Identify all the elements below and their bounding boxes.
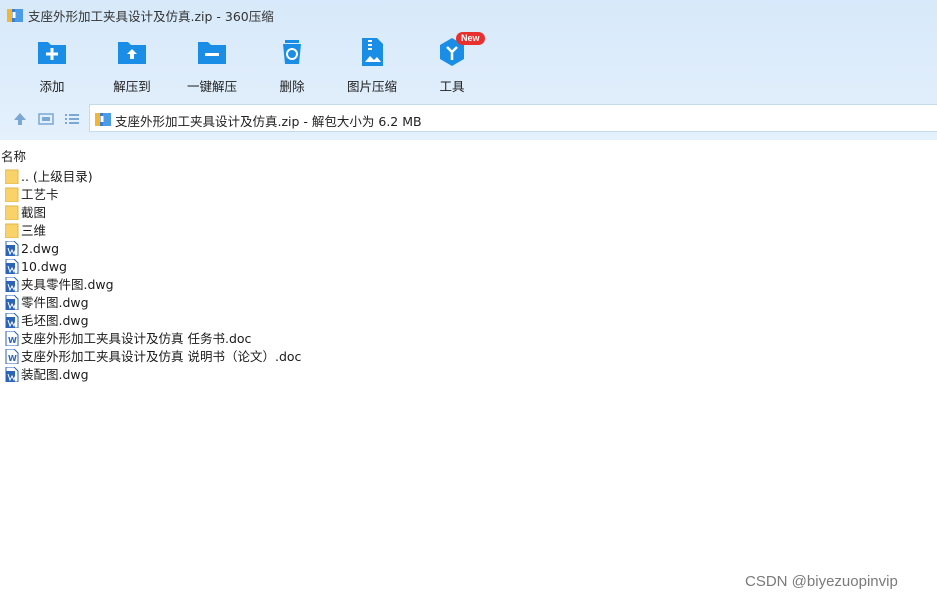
svg-text:W: W: [8, 354, 17, 363]
up-arrow-icon[interactable]: [12, 111, 28, 127]
zip-archive-icon: [7, 7, 23, 22]
one-click-extract-button[interactable]: 一键解压: [172, 32, 252, 95]
dwg-file-icon: [5, 294, 19, 311]
add-button[interactable]: 添加: [12, 32, 92, 95]
file-name: 支座外形加工夹具设计及仿真 说明书（论文）.doc: [21, 349, 302, 364]
column-header[interactable]: 名称: [0, 145, 937, 165]
list-item[interactable]: W 支座外形加工夹具设计及仿真 任务书.doc: [0, 330, 600, 348]
extract-to-button[interactable]: 解压到: [92, 32, 172, 95]
list-item[interactable]: 截图: [0, 204, 600, 222]
list-item[interactable]: 2.dwg: [0, 240, 600, 258]
file-name: 截图: [21, 205, 47, 220]
extract-to-icon: [116, 36, 148, 68]
folder-icon: [4, 169, 19, 185]
list-item[interactable]: 三维: [0, 222, 600, 240]
file-name: 三维: [21, 223, 47, 238]
list-item[interactable]: 10.dwg: [0, 258, 600, 276]
extract-to-label: 解压到: [113, 79, 151, 94]
dwg-file-icon: [5, 258, 19, 275]
svg-text:W: W: [8, 336, 17, 345]
navigation-row: 支座外形加工夹具设计及仿真.zip - 解包大小为 6.2 MB: [0, 104, 937, 134]
folder-icon: [4, 205, 19, 221]
name-column-header[interactable]: 名称: [1, 146, 26, 165]
list-item[interactable]: 夹具零件图.dwg: [0, 276, 600, 294]
dwg-file-icon: [5, 276, 19, 293]
file-list: .. (上级目录) 工艺卡截图三维 2.dwg 10.dwg 夹具零件图.dwg 零件图.…: [0, 168, 600, 384]
address-path: 支座外形加工夹具设计及仿真.zip - 解包大小为 6.2 MB: [115, 114, 422, 129]
file-name: 工艺卡: [21, 187, 59, 202]
image-compress-button[interactable]: 图片压缩: [332, 32, 412, 95]
file-name: 装配图.dwg: [21, 367, 89, 382]
thumbnail-view-icon[interactable]: [38, 111, 54, 127]
new-badge: New: [456, 32, 485, 45]
add-icon: [36, 36, 68, 68]
file-name: 支座外形加工夹具设计及仿真 任务书.doc: [21, 331, 252, 346]
list-item[interactable]: W 支座外形加工夹具设计及仿真 说明书（论文）.doc: [0, 348, 600, 366]
image-compress-icon: [356, 36, 388, 68]
tools-icon: New: [436, 32, 485, 68]
file-name: .. (上级目录): [21, 169, 93, 184]
image-compress-label: 图片压缩: [346, 79, 397, 94]
one-click-extract-label: 一键解压: [186, 79, 237, 94]
file-name: 2.dwg: [21, 241, 60, 256]
one-click-extract-icon: [196, 36, 228, 68]
word-document-icon: W: [5, 348, 19, 365]
dwg-file-icon: [5, 240, 19, 257]
file-name: 夹具零件图.dwg: [21, 277, 114, 292]
delete-label: 删除: [279, 79, 305, 94]
list-item[interactable]: 装配图.dwg: [0, 366, 600, 384]
zip-file-icon: [95, 111, 111, 126]
folder-icon: [4, 187, 19, 203]
title-bar: 支座外形加工夹具设计及仿真.zip - 360压缩: [0, 0, 937, 30]
toolbar: 添加 解压到 一键解压 删除 图片压缩 New 工具: [0, 32, 600, 98]
list-item[interactable]: 工艺卡: [0, 186, 600, 204]
folder-icon: [4, 223, 19, 239]
word-document-icon: W: [5, 330, 19, 347]
list-item[interactable]: 零件图.dwg: [0, 294, 600, 312]
dwg-file-icon: [5, 366, 19, 383]
watermark: CSDN @biyezuopinvip: [745, 573, 898, 590]
file-name: 零件图.dwg: [21, 295, 89, 310]
tools-label: 工具: [439, 79, 465, 94]
dwg-file-icon: [5, 312, 19, 329]
list-view-icon[interactable]: [64, 111, 80, 127]
window-title: 支座外形加工夹具设计及仿真.zip - 360压缩: [28, 9, 274, 24]
delete-icon: [276, 36, 308, 68]
list-item[interactable]: 毛坯图.dwg: [0, 312, 600, 330]
add-label: 添加: [39, 79, 65, 94]
list-item[interactable]: .. (上级目录): [0, 168, 600, 186]
tools-button[interactable]: New 工具: [412, 32, 492, 95]
address-bar[interactable]: 支座外形加工夹具设计及仿真.zip - 解包大小为 6.2 MB: [89, 104, 937, 132]
file-name: 毛坯图.dwg: [21, 313, 89, 328]
delete-button[interactable]: 删除: [252, 32, 332, 95]
file-name: 10.dwg: [21, 259, 67, 274]
